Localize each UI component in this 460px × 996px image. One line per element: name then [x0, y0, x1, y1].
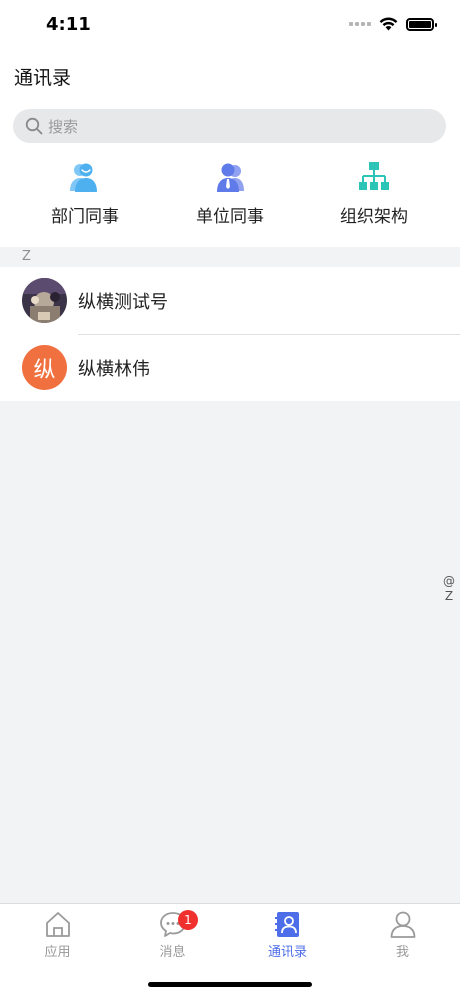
- unit-colleagues-button[interactable]: 单位同事: [175, 160, 285, 227]
- contacts-icon: [274, 912, 299, 937]
- wifi-icon: [379, 17, 398, 31]
- contacts-screen: 4:11 通讯录 搜索 部门同事 单位同事 组织架构 Z 纵横测试号 纵 纵横林…: [0, 0, 460, 996]
- search-input[interactable]: 搜索: [13, 109, 446, 143]
- tab-apps[interactable]: 应用: [0, 909, 115, 960]
- status-time: 4:11: [46, 14, 91, 35]
- tab-label: 通讯录: [267, 945, 307, 960]
- org-structure-icon: [359, 162, 389, 190]
- index-at[interactable]: @: [442, 574, 456, 589]
- battery-icon: [406, 17, 437, 31]
- search-placeholder: 搜索: [48, 117, 79, 136]
- contact-item[interactable]: 纵 纵横林伟: [0, 334, 460, 401]
- home-indicator: [148, 982, 312, 987]
- section-letter: Z: [22, 249, 31, 264]
- alphabet-index[interactable]: @ Z: [442, 574, 456, 604]
- tab-label: 我: [395, 945, 409, 960]
- tab-label: 应用: [44, 945, 71, 960]
- home-icon: [45, 912, 70, 937]
- department-colleagues-button[interactable]: 部门同事: [30, 160, 140, 227]
- status-icons: [349, 17, 437, 31]
- search-icon: [25, 117, 43, 135]
- avatar-photo: [22, 278, 67, 323]
- department-colleagues-icon: [70, 163, 97, 192]
- tab-contacts[interactable]: 通讯录: [230, 909, 345, 960]
- user-icon: [390, 911, 415, 938]
- org-structure-label: 组织架构: [340, 207, 408, 227]
- avatar: [22, 278, 67, 323]
- quick-actions: 部门同事 单位同事 组织架构: [0, 160, 460, 230]
- header: 通讯录 搜索 部门同事 单位同事 组织架构: [0, 50, 460, 247]
- tab-me[interactable]: 我: [345, 909, 460, 960]
- department-colleagues-label: 部门同事: [51, 207, 119, 227]
- signal-icon: [349, 22, 371, 26]
- avatar: 纵: [22, 345, 67, 390]
- section-index-header: Z: [0, 247, 460, 267]
- tab-bar: 应用 1 消息 通讯录 我: [0, 903, 460, 996]
- unit-colleagues-icon: [217, 163, 244, 192]
- unit-colleagues-label: 单位同事: [196, 207, 264, 227]
- index-z[interactable]: Z: [442, 589, 456, 604]
- contact-name: 纵横测试号: [78, 291, 168, 313]
- contact-item[interactable]: 纵横测试号: [0, 267, 460, 334]
- tab-label: 消息: [159, 945, 186, 960]
- page-title: 通讯录: [14, 67, 72, 89]
- unread-badge: 1: [178, 910, 198, 930]
- status-bar: 4:11: [0, 0, 460, 50]
- org-structure-button[interactable]: 组织架构: [319, 160, 429, 227]
- contact-list: 纵横测试号 纵 纵横林伟: [0, 267, 460, 401]
- tab-messages[interactable]: 1 消息: [115, 909, 230, 960]
- contact-name: 纵横林伟: [78, 358, 150, 380]
